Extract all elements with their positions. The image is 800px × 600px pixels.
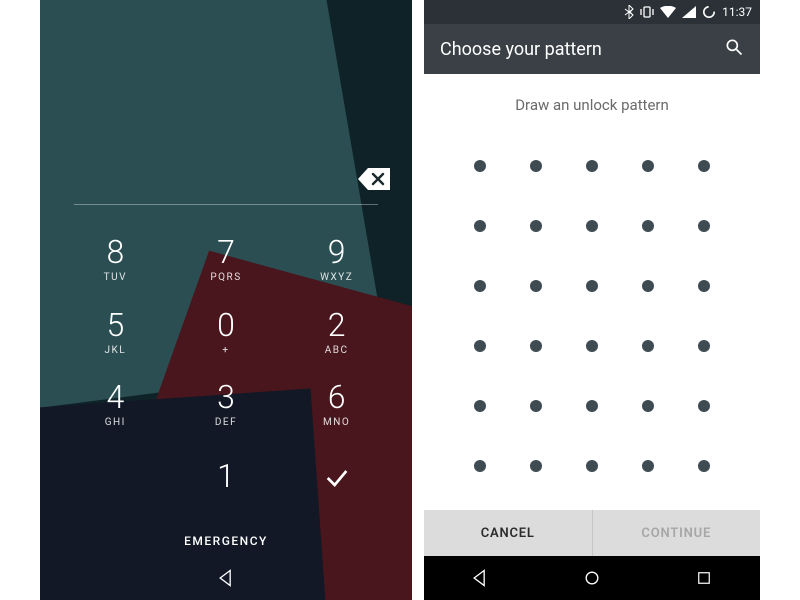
pattern-node[interactable] [620, 196, 676, 256]
back-icon [470, 568, 490, 588]
pattern-node[interactable] [508, 196, 564, 256]
continue-button: CONTINUE [593, 510, 761, 556]
pattern-node[interactable] [620, 316, 676, 376]
pin-entry-area [40, 0, 412, 205]
system-navbar [424, 556, 760, 600]
wifi-icon [660, 6, 676, 18]
key-8[interactable]: 8TUV [60, 223, 171, 296]
home-icon [582, 568, 602, 588]
key-4[interactable]: 4GHI [60, 369, 171, 442]
pattern-node[interactable] [508, 376, 564, 436]
key-5[interactable]: 5JKL [60, 296, 171, 369]
backspace-button[interactable] [354, 165, 394, 193]
signal-icon [682, 6, 696, 18]
pattern-node[interactable] [676, 136, 732, 196]
pattern-node[interactable] [564, 376, 620, 436]
key-blank [60, 441, 171, 514]
pattern-node[interactable] [508, 436, 564, 496]
system-navbar [40, 556, 412, 600]
pattern-node[interactable] [564, 136, 620, 196]
pattern-chooser-screen: 11:37 Choose your pattern Draw an unlock… [424, 0, 760, 600]
instruction-text: Draw an unlock pattern [424, 74, 760, 126]
lockscreen-pin: 8TUV 7PQRS 9WXYZ 5JKL 0+ 2ABC 4GHI 3DEF … [40, 0, 412, 600]
key-9[interactable]: 9WXYZ [281, 223, 392, 296]
pattern-node[interactable] [564, 256, 620, 316]
key-2[interactable]: 2ABC [281, 296, 392, 369]
pattern-node[interactable] [620, 376, 676, 436]
nav-home-button[interactable] [581, 567, 603, 589]
nav-back-button[interactable] [469, 567, 491, 589]
pattern-grid[interactable] [424, 126, 760, 510]
page-title: Choose your pattern [440, 39, 602, 60]
app-bar: Choose your pattern [424, 24, 760, 74]
bluetooth-icon [624, 5, 634, 19]
pattern-node[interactable] [620, 136, 676, 196]
pattern-node[interactable] [676, 256, 732, 316]
pattern-node[interactable] [620, 436, 676, 496]
key-7[interactable]: 7PQRS [171, 223, 282, 296]
back-icon[interactable] [216, 568, 236, 588]
status-bar: 11:37 [424, 0, 760, 24]
pattern-node[interactable] [452, 316, 508, 376]
pattern-node[interactable] [452, 436, 508, 496]
emergency-call-button[interactable]: EMERGENCY [40, 522, 412, 556]
pattern-node[interactable] [564, 196, 620, 256]
confirm-button[interactable] [281, 441, 392, 514]
cancel-button[interactable]: CANCEL [424, 510, 592, 556]
pattern-node[interactable] [452, 136, 508, 196]
pattern-node[interactable] [452, 256, 508, 316]
key-1[interactable]: 1 [171, 441, 282, 514]
pattern-node[interactable] [676, 436, 732, 496]
check-icon [323, 464, 351, 492]
pattern-node[interactable] [564, 316, 620, 376]
pattern-node[interactable] [452, 196, 508, 256]
clock-text: 11:37 [722, 5, 752, 19]
search-button[interactable] [724, 37, 744, 62]
nav-recent-button[interactable] [693, 567, 715, 589]
pattern-node[interactable] [452, 376, 508, 436]
search-icon [724, 37, 744, 57]
pattern-node[interactable] [620, 256, 676, 316]
pattern-node[interactable] [676, 316, 732, 376]
pattern-node[interactable] [508, 136, 564, 196]
button-bar: CANCEL CONTINUE [424, 510, 760, 556]
sync-icon [702, 5, 716, 19]
pattern-node[interactable] [676, 376, 732, 436]
vibrate-icon [640, 6, 654, 18]
key-0[interactable]: 0+ [171, 296, 282, 369]
pattern-node[interactable] [676, 196, 732, 256]
key-6[interactable]: 6MNO [281, 369, 392, 442]
recent-apps-icon [695, 569, 713, 587]
backspace-icon [358, 168, 390, 190]
keypad: 8TUV 7PQRS 9WXYZ 5JKL 0+ 2ABC 4GHI 3DEF … [40, 205, 412, 522]
key-3[interactable]: 3DEF [171, 369, 282, 442]
pattern-node[interactable] [564, 436, 620, 496]
pattern-node[interactable] [508, 316, 564, 376]
pattern-node[interactable] [508, 256, 564, 316]
